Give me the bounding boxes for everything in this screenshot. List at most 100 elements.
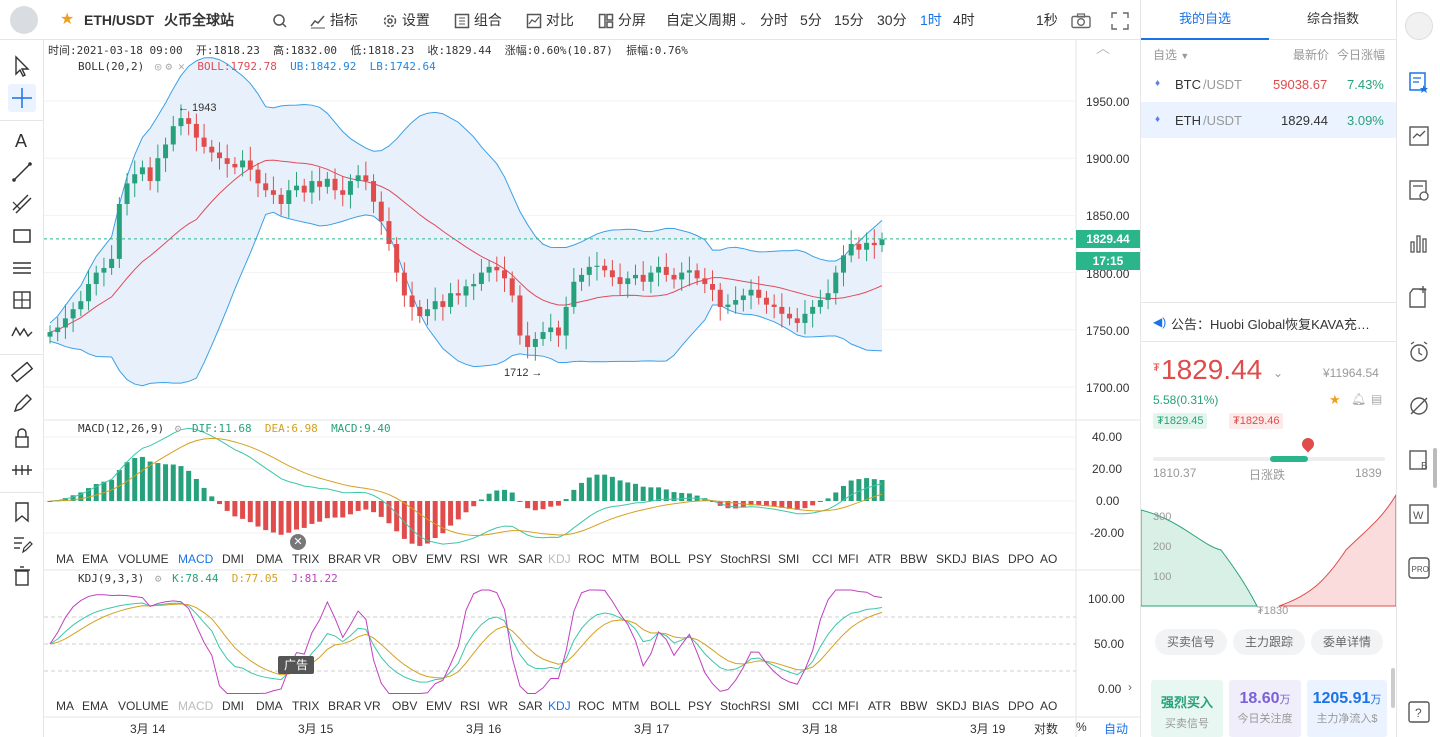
period-tab[interactable]: 4时: [953, 0, 975, 40]
indicator-tab-boll[interactable]: BOLL: [650, 699, 681, 713]
chevron-down-icon[interactable]: ⌄: [1273, 366, 1283, 380]
camera-icon[interactable]: [1071, 0, 1091, 40]
indicator-tab-cci[interactable]: CCI: [812, 552, 833, 566]
indicator-tab-wr[interactable]: WR: [488, 552, 508, 566]
eye-icon[interactable]: ◎: [155, 60, 162, 73]
indicator-tab-boll[interactable]: BOLL: [650, 552, 681, 566]
tab-my-watchlist[interactable]: 我的自选: [1141, 0, 1269, 40]
inflow-card[interactable]: 1205.91万 主力净流入$: [1307, 680, 1387, 737]
period-tab[interactable]: 5分: [800, 0, 822, 40]
trend-line-icon[interactable]: [8, 158, 36, 186]
collapse-up-icon[interactable]: ︿: [1096, 38, 1110, 58]
ledger-icon[interactable]: B: [1405, 446, 1433, 474]
cursor-arrow-icon[interactable]: [8, 52, 36, 80]
indicator-tab-psy[interactable]: PSY: [688, 552, 712, 566]
indicator-tab-cci[interactable]: CCI: [812, 699, 833, 713]
checklist-icon[interactable]: [1405, 176, 1433, 204]
refresh-interval[interactable]: 1秒: [1036, 0, 1058, 40]
indicator-tab-bias[interactable]: BIAS: [972, 699, 999, 713]
bar-stats-icon[interactable]: [1405, 230, 1433, 258]
indicator-tab-brar[interactable]: BRAR: [328, 699, 361, 713]
indicator-tab-ma[interactable]: MA: [56, 699, 74, 713]
star-icon[interactable]: ★: [1329, 392, 1341, 408]
attention-card[interactable]: 18.60万 今日关注度: [1229, 680, 1301, 737]
indicator-tab-dpo[interactable]: DPO: [1008, 699, 1034, 713]
indicator-tab-bbw[interactable]: BBW: [900, 699, 927, 713]
trash-icon[interactable]: [8, 562, 36, 590]
signal-card[interactable]: 强烈买入 买卖信号: [1151, 680, 1223, 737]
indicator-tab-atr[interactable]: ATR: [868, 699, 891, 713]
indicator-tab-dmi[interactable]: DMI: [222, 552, 244, 566]
indicator-tab-bias[interactable]: BIAS: [972, 552, 999, 566]
period-tab[interactable]: 15分: [834, 0, 864, 40]
indicator-tab-psy[interactable]: PSY: [688, 699, 712, 713]
avatar[interactable]: [1405, 12, 1433, 40]
crosshair-icon[interactable]: [8, 84, 36, 112]
indicator-tab-sar[interactable]: SAR: [518, 552, 543, 566]
indicator-tab-trix[interactable]: TRIX: [292, 699, 319, 713]
gear-icon[interactable]: ⚙: [175, 422, 182, 435]
indicator-tab-sar[interactable]: SAR: [518, 699, 543, 713]
pair-name[interactable]: ETH/USDT: [84, 0, 154, 40]
edit-list-icon[interactable]: [8, 530, 36, 558]
close-icon[interactable]: ✕: [178, 60, 185, 73]
combo-button[interactable]: 组合: [454, 0, 502, 40]
indicator-tab-volume[interactable]: VOLUME: [118, 699, 169, 713]
bell-icon[interactable]: 🔔︎: [1351, 392, 1366, 406]
notice-bar[interactable]: ◀) 公告：Huobi Global恢复KAVA充…: [1141, 302, 1396, 342]
gear-icon[interactable]: ⚙: [155, 572, 162, 585]
indicator-tab-wr[interactable]: WR: [488, 699, 508, 713]
indicator-tab-volume[interactable]: VOLUME: [118, 552, 169, 566]
tab-main-tracking[interactable]: 主力跟踪: [1233, 629, 1305, 655]
indicator-tab-kdj[interactable]: KDJ: [548, 699, 571, 713]
watch-col-name[interactable]: 自选 ▼: [1153, 46, 1189, 63]
indicator-tab-obv[interactable]: OBV: [392, 699, 417, 713]
indicator-tab-roc[interactable]: ROC: [578, 699, 605, 713]
indicator-tab-brar[interactable]: BRAR: [328, 552, 361, 566]
indicator-tab-smi[interactable]: SMI: [778, 699, 799, 713]
indicator-tab-macd[interactable]: MACD: [178, 552, 213, 566]
search-icon[interactable]: [272, 0, 288, 40]
indicator-tab-bbw[interactable]: BBW: [900, 552, 927, 566]
period-tab[interactable]: 30分: [877, 0, 907, 40]
scrollbar[interactable]: [1433, 448, 1437, 488]
chart-board-icon[interactable]: [1405, 122, 1433, 150]
indicator-tab-vr[interactable]: VR: [364, 699, 381, 713]
indicator-tab-mtm[interactable]: MTM: [612, 699, 639, 713]
watch-row-eth[interactable]: ♦ ETH /USDT 1829.44 3.09%: [1141, 102, 1396, 138]
auto-scale-toggle[interactable]: 自动: [1104, 720, 1128, 737]
wave-tool-icon[interactable]: [8, 318, 36, 346]
close-icon[interactable]: ✕: [290, 534, 306, 550]
wallet-doc-icon[interactable]: W: [1405, 500, 1433, 528]
indicator-tab-stochrsi[interactable]: StochRSI: [720, 699, 771, 713]
indicator-tab-ao[interactable]: AO: [1040, 552, 1057, 566]
fullscreen-icon[interactable]: [1111, 0, 1129, 40]
indicator-tab-vr[interactable]: VR: [364, 552, 381, 566]
indicator-tab-dpo[interactable]: DPO: [1008, 552, 1034, 566]
ruler-icon[interactable]: [8, 358, 36, 386]
rectangle-tool-icon[interactable]: [8, 222, 36, 250]
grid-tool-icon[interactable]: [8, 286, 36, 314]
indicator-tab-skdj[interactable]: SKDJ: [936, 552, 967, 566]
indicator-tab-atr[interactable]: ATR: [868, 552, 891, 566]
lock-icon[interactable]: [8, 424, 36, 452]
info-icon[interactable]: ▤: [1371, 392, 1382, 406]
indicators-button[interactable]: 指标: [310, 0, 358, 40]
settings-button[interactable]: 设置: [382, 0, 430, 40]
split-screen-button[interactable]: 分屏: [598, 0, 646, 40]
tab-composite-index[interactable]: 综合指数: [1269, 0, 1397, 40]
planet-icon[interactable]: [1405, 392, 1433, 420]
indicator-tab-skdj[interactable]: SKDJ: [936, 699, 967, 713]
indicator-tab-ao[interactable]: AO: [1040, 699, 1057, 713]
log-scale-toggle[interactable]: 对数: [1034, 720, 1058, 737]
help-icon[interactable]: ?: [1405, 698, 1433, 726]
watchlist-icon[interactable]: [1405, 68, 1433, 96]
tab-buy-sell-signal[interactable]: 买卖信号: [1155, 629, 1227, 655]
indicator-tab-kdj[interactable]: KDJ: [548, 552, 571, 566]
custom-period-dropdown[interactable]: 自定义周期 ⌄: [666, 0, 747, 40]
pro-icon[interactable]: PRO: [1405, 554, 1433, 582]
watch-row-btc[interactable]: ♦ BTC /USDT 59038.67 7.43%: [1141, 66, 1396, 102]
pencil-icon[interactable]: [8, 390, 36, 418]
indicator-tab-mtm[interactable]: MTM: [612, 552, 639, 566]
chart-canvas[interactable]: [44, 40, 1140, 737]
